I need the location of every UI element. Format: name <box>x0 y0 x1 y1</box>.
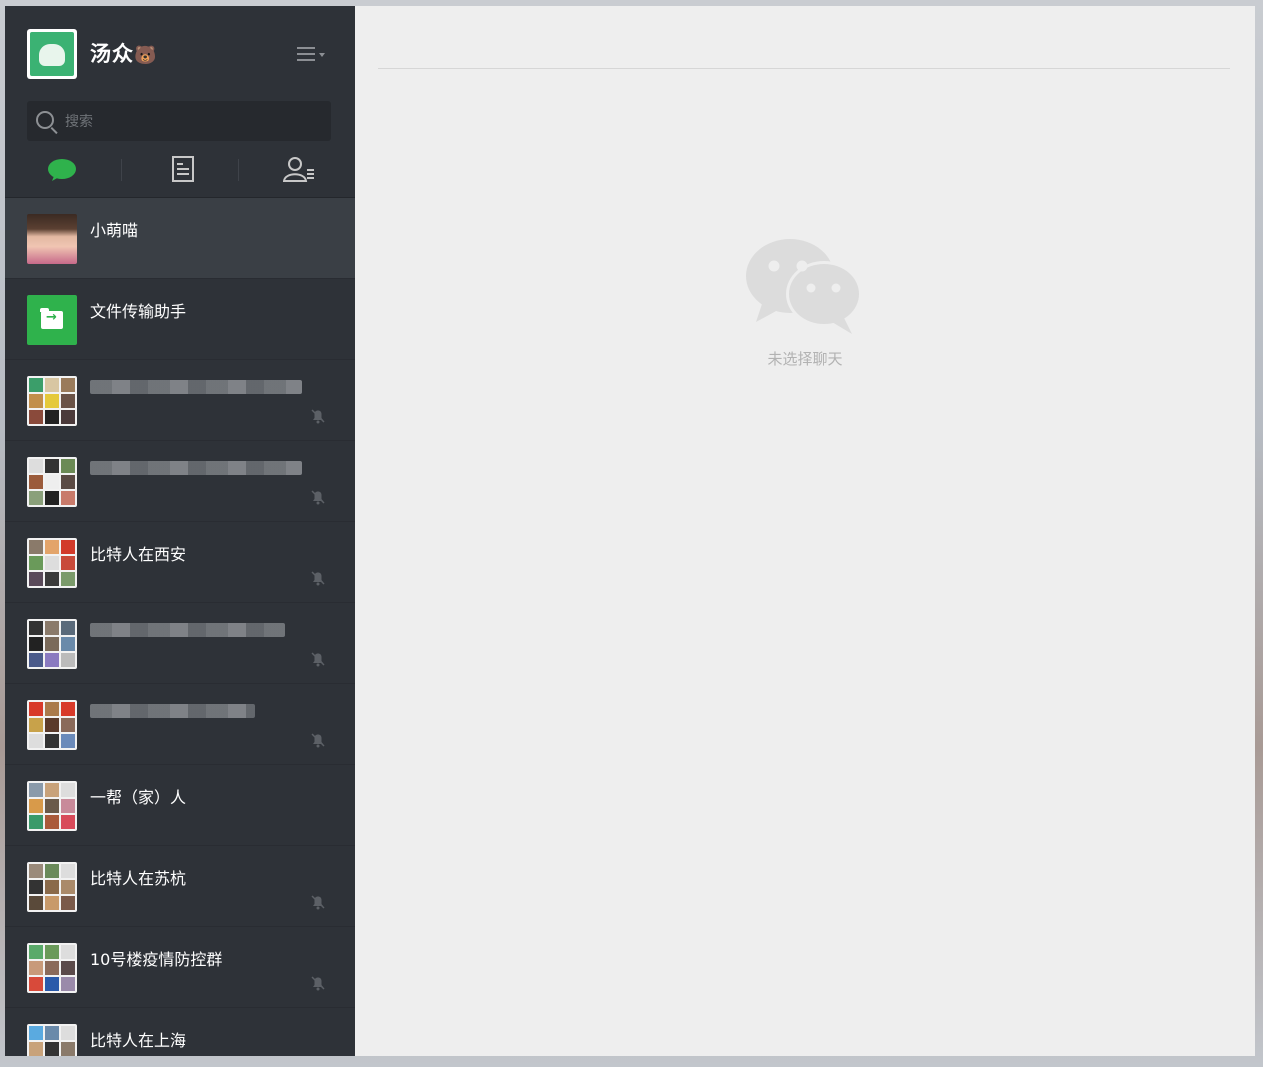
chat-item[interactable]: 一帮（家）人 <box>5 765 355 846</box>
folder-icon <box>40 308 63 329</box>
group-avatar <box>27 862 77 912</box>
mute-bell-icon <box>311 895 325 910</box>
chat-name: 文件传输助手 <box>90 302 187 321</box>
chat-bubble-icon <box>48 159 76 181</box>
chevron-down-icon <box>319 53 325 57</box>
wechat-logo-icon <box>746 239 862 334</box>
profile-name: 汤众🐻 <box>90 38 157 68</box>
menu-button[interactable] <box>295 44 327 64</box>
tab-contacts[interactable] <box>239 151 355 191</box>
empty-state: 未选择聊天 <box>740 236 870 376</box>
contacts-icon <box>283 157 314 182</box>
chat-item[interactable]: 文件传输助手 <box>5 279 355 360</box>
profile-header: 汤众🐻 <box>5 6 355 101</box>
chat-name-pixelated <box>90 623 285 637</box>
mute-bell-icon <box>311 571 325 586</box>
wechat-window: 汤众🐻 小萌喵 <box>5 6 1255 1056</box>
chat-name-pixelated <box>90 461 302 475</box>
profile-avatar[interactable] <box>27 29 77 79</box>
chat-name: 一帮（家）人 <box>90 788 187 807</box>
chat-list: 小萌喵 文件传输助手 <box>5 198 355 1056</box>
document-icon <box>172 156 194 182</box>
bear-emoji: 🐻 <box>134 45 158 66</box>
avatar <box>27 295 77 345</box>
group-avatar <box>27 781 77 831</box>
avatar <box>27 214 77 264</box>
chat-name-pixelated <box>90 380 302 394</box>
chat-item[interactable] <box>5 603 355 684</box>
chat-name: 比特人在西安 <box>90 545 187 564</box>
chat-name-pixelated <box>90 704 255 718</box>
mute-bell-icon <box>311 976 325 991</box>
group-avatar <box>27 619 77 669</box>
search-box <box>27 101 331 141</box>
profile-name-text: 汤众 <box>90 42 134 66</box>
chat-item[interactable]: 10号楼疫情防控群 <box>5 927 355 1008</box>
chat-item[interactable] <box>5 360 355 441</box>
chat-item[interactable]: 比特人在西安 <box>5 522 355 603</box>
mute-bell-icon <box>311 490 325 505</box>
chat-name: 比特人在苏杭 <box>90 869 187 888</box>
group-avatar <box>27 943 77 993</box>
chat-name: 小萌喵 <box>90 221 139 240</box>
chat-item[interactable]: 比特人在苏杭 <box>5 846 355 927</box>
mute-bell-icon <box>311 409 325 424</box>
chat-header <box>378 6 1230 69</box>
chat-item[interactable] <box>5 684 355 765</box>
group-avatar <box>27 700 77 750</box>
chat-name: 10号楼疫情防控群 <box>90 950 223 969</box>
group-avatar <box>27 538 77 588</box>
mute-bell-icon <box>311 652 325 667</box>
chat-item[interactable]: 小萌喵 <box>5 198 355 279</box>
sidebar: 汤众🐻 小萌喵 <box>5 6 355 1056</box>
tab-chats[interactable] <box>5 151 121 191</box>
mute-bell-icon <box>311 733 325 748</box>
chat-name: 比特人在上海 <box>90 1031 187 1050</box>
search-input[interactable] <box>63 109 327 135</box>
group-avatar <box>27 457 77 507</box>
search-icon <box>36 111 54 129</box>
sidebar-tabs <box>5 151 355 198</box>
chat-item[interactable]: 比特人在上海 <box>5 1008 355 1056</box>
group-avatar <box>27 1024 77 1056</box>
chat-item[interactable] <box>5 441 355 522</box>
group-avatar <box>27 376 77 426</box>
tab-articles[interactable] <box>122 151 238 191</box>
main-panel: 未选择聊天 <box>355 6 1255 1056</box>
empty-state-text: 未选择聊天 <box>767 350 843 368</box>
